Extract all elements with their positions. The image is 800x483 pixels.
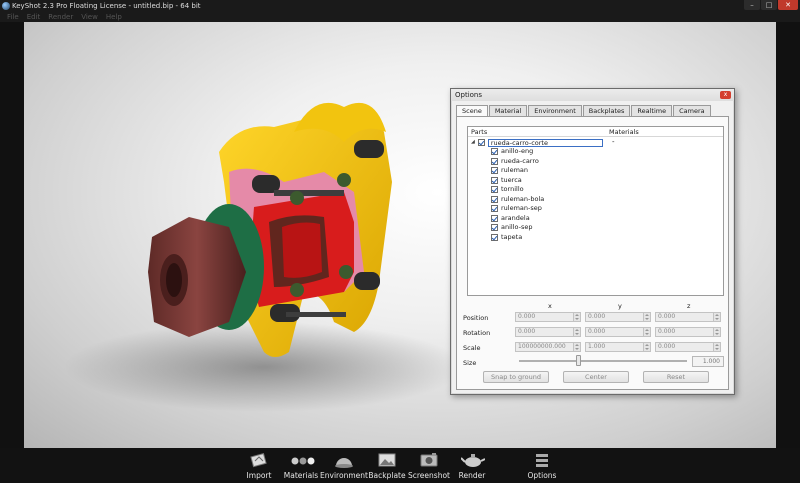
menu-view[interactable]: View bbox=[77, 12, 102, 22]
center-button[interactable]: Center bbox=[563, 371, 629, 383]
snap-to-ground-button[interactable]: Snap to ground bbox=[483, 371, 549, 383]
collapse-triangle-icon[interactable]: ◢ bbox=[471, 138, 475, 147]
tree-child-row[interactable]: ruleman-sep bbox=[491, 204, 542, 213]
position-label: Position bbox=[463, 314, 489, 322]
render-icon bbox=[460, 452, 486, 468]
part-visibility-checkbox[interactable] bbox=[491, 186, 498, 193]
part-visibility-checkbox[interactable] bbox=[491, 233, 498, 241]
root-part-material: - bbox=[612, 138, 615, 146]
tree-child-row[interactable]: anillo-eng bbox=[491, 147, 533, 156]
close-button[interactable]: ✕ bbox=[778, 0, 798, 10]
part-visibility-checkbox[interactable] bbox=[491, 167, 498, 174]
tree-child-row[interactable]: tornillo bbox=[491, 185, 524, 194]
window-controls: – □ ✕ bbox=[744, 0, 798, 11]
part-name: tuerca bbox=[501, 175, 522, 184]
rotation-x-field[interactable]: 0.000 bbox=[515, 327, 581, 337]
root-visibility-checkbox[interactable] bbox=[477, 139, 485, 146]
scale-label: Scale bbox=[463, 344, 481, 352]
root-part-name[interactable]: rueda-carro-corte bbox=[487, 138, 603, 147]
options-dialog: Options x Scene Material Environment Bac… bbox=[450, 88, 735, 395]
render-label: Render bbox=[458, 471, 486, 480]
parts-tree-header: Parts Materials bbox=[468, 127, 723, 137]
screenshot-icon bbox=[418, 452, 440, 468]
bearing-inner-red bbox=[282, 222, 322, 278]
part-visibility-checkbox[interactable] bbox=[491, 157, 498, 165]
axis-z-header: z bbox=[687, 302, 691, 310]
tree-child-row[interactable]: arandela bbox=[491, 214, 530, 223]
tab-realtime[interactable]: Realtime bbox=[631, 105, 673, 116]
tree-child-row[interactable]: rueda-carro bbox=[491, 157, 539, 166]
menu-help[interactable]: Help bbox=[102, 12, 126, 22]
position-z-field[interactable]: 0.000 bbox=[655, 312, 721, 322]
size-label: Size bbox=[463, 359, 477, 367]
part-name: arandela bbox=[501, 213, 530, 222]
maximize-button[interactable]: □ bbox=[761, 0, 777, 10]
tree-root-row[interactable]: ◢ rueda-carro-corte - bbox=[471, 138, 721, 147]
part-name: ruleman-sep bbox=[501, 204, 542, 212]
options-close-button[interactable]: x bbox=[720, 91, 731, 99]
part-visibility-checkbox[interactable] bbox=[491, 195, 498, 203]
rotation-label: Rotation bbox=[463, 329, 491, 337]
part-visibility-checkbox[interactable] bbox=[491, 148, 498, 155]
tree-child-row[interactable]: tapeta bbox=[491, 233, 522, 242]
scale-y-field[interactable]: 1.000 bbox=[585, 342, 651, 352]
part-visibility-checkbox[interactable] bbox=[491, 214, 498, 222]
options-icon bbox=[531, 452, 553, 468]
title-bar: KeyShot 2.3 Pro Floating License - untit… bbox=[0, 0, 800, 12]
scene-tab-panel: Parts Materials ◢ rueda-carro-corte - an… bbox=[456, 116, 729, 390]
render-tool[interactable]: Render bbox=[444, 452, 500, 480]
rotation-z-field[interactable]: 0.000 bbox=[655, 327, 721, 337]
tab-camera[interactable]: Camera bbox=[673, 105, 711, 116]
part-name: ruleman-bola bbox=[501, 194, 545, 203]
environment-icon bbox=[333, 452, 355, 468]
part-visibility-checkbox[interactable] bbox=[491, 205, 498, 212]
menu-bar: File Edit Render View Help bbox=[0, 12, 800, 22]
tree-child-row[interactable]: ruleman bbox=[491, 166, 528, 175]
rotation-y-field[interactable]: 0.000 bbox=[585, 327, 651, 337]
materials-column-header: Materials bbox=[609, 128, 639, 136]
axis-y-header: y bbox=[618, 302, 622, 310]
part-name: rueda-carro bbox=[501, 156, 539, 165]
scale-x-field[interactable]: 100000000.000 bbox=[515, 342, 581, 352]
size-value-field[interactable]: 1.000 bbox=[692, 356, 724, 367]
menu-render[interactable]: Render bbox=[44, 12, 77, 22]
part-name: anillo-sep bbox=[501, 223, 533, 231]
size-slider-track[interactable] bbox=[519, 360, 687, 362]
menu-edit[interactable]: Edit bbox=[23, 12, 45, 22]
parts-column-header: Parts bbox=[471, 128, 488, 136]
part-name: ruleman bbox=[501, 166, 529, 174]
tab-material[interactable]: Material bbox=[488, 105, 528, 116]
size-slider-thumb[interactable] bbox=[575, 355, 581, 366]
parts-tree[interactable]: Parts Materials ◢ rueda-carro-corte - an… bbox=[467, 126, 724, 296]
materials-icon bbox=[290, 452, 315, 468]
scale-z-field[interactable]: 0.000 bbox=[655, 342, 721, 352]
keyshot-app-icon bbox=[2, 2, 10, 10]
tab-environment[interactable]: Environment bbox=[528, 105, 582, 116]
axis-x-header: x bbox=[548, 302, 552, 310]
position-x-field[interactable]: 0.000 bbox=[515, 312, 581, 322]
part-name: tapeta bbox=[501, 232, 523, 241]
reset-button[interactable]: Reset bbox=[643, 371, 709, 383]
menu-file[interactable]: File bbox=[3, 12, 23, 22]
import-icon bbox=[248, 452, 270, 468]
part-name: tornillo bbox=[501, 185, 524, 193]
tree-child-row[interactable]: tuerca bbox=[491, 176, 522, 185]
tree-child-row[interactable]: ruleman-bola bbox=[491, 195, 544, 204]
options-tabs: Scene Material Environment Backplates Re… bbox=[456, 105, 712, 117]
part-name: anillo-eng bbox=[501, 147, 534, 155]
position-y-field[interactable]: 0.000 bbox=[585, 312, 651, 322]
tab-backplates[interactable]: Backplates bbox=[582, 105, 631, 116]
options-tool[interactable]: Options bbox=[514, 452, 570, 480]
minimize-button[interactable]: – bbox=[744, 0, 760, 10]
options-label: Options bbox=[527, 471, 557, 480]
tree-child-row[interactable]: anillo-sep bbox=[491, 223, 532, 232]
options-dialog-title: Options bbox=[451, 89, 734, 101]
backplate-icon bbox=[376, 452, 398, 468]
window-title: KeyShot 2.3 Pro Floating License - untit… bbox=[12, 2, 201, 10]
part-visibility-checkbox[interactable] bbox=[491, 224, 498, 231]
part-visibility-checkbox[interactable] bbox=[491, 176, 498, 184]
